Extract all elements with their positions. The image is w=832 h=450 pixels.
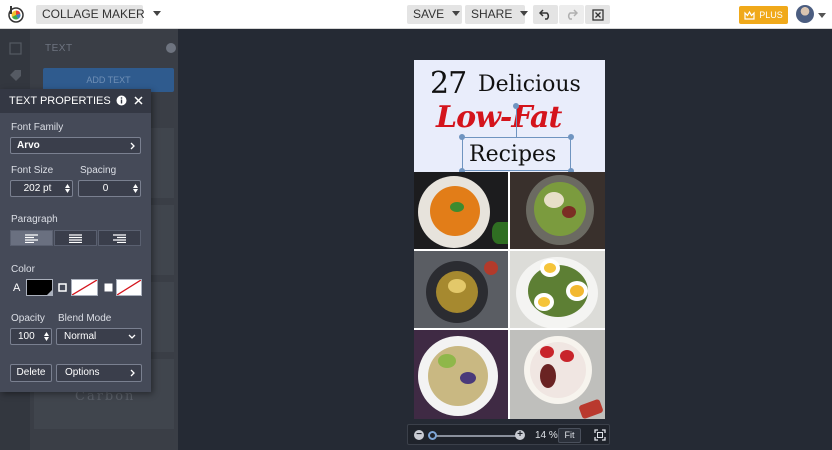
align-right-icon bbox=[113, 233, 126, 243]
fullscreen-icon[interactable] bbox=[594, 429, 606, 441]
plus-label: PLUS bbox=[759, 10, 783, 20]
photo-egg-toast[interactable] bbox=[510, 251, 605, 329]
photo-pasta-salad[interactable] bbox=[414, 330, 508, 419]
chevron-right-icon bbox=[130, 142, 135, 150]
stroke-square-icon bbox=[58, 283, 67, 292]
panel-header: TEXT PROPERTIES bbox=[0, 89, 151, 113]
background-color-swatch[interactable] bbox=[116, 279, 142, 296]
dropdown-corner-icon bbox=[47, 290, 52, 295]
text-color-swatch[interactable] bbox=[26, 279, 53, 296]
stepper-icon[interactable] bbox=[44, 332, 49, 341]
top-bar: COLLAGE MAKER SAVE SHARE PLUS bbox=[0, 0, 832, 29]
chevron-down-icon bbox=[128, 334, 136, 339]
stepper-icon[interactable] bbox=[65, 184, 70, 193]
collage-maker-label: COLLAGE MAKER bbox=[42, 7, 145, 21]
text-properties-panel: TEXT PROPERTIES Font Family Arvo Font Si… bbox=[0, 89, 151, 392]
rotate-stem bbox=[516, 109, 517, 137]
align-center-icon bbox=[69, 233, 82, 243]
blend-mode-select[interactable]: Normal bbox=[56, 328, 142, 345]
align-left-button[interactable] bbox=[10, 230, 53, 246]
collage-maker-menu[interactable]: COLLAGE MAKER bbox=[36, 5, 161, 24]
spacing-value: 0 bbox=[102, 183, 109, 194]
chevron-down-icon bbox=[152, 11, 161, 16]
options-label: Options bbox=[65, 367, 100, 378]
no-color-icon bbox=[117, 280, 141, 295]
title-accent[interactable]: Low-Fat bbox=[436, 100, 562, 135]
options-button[interactable]: Options bbox=[56, 364, 142, 382]
align-right-button[interactable] bbox=[98, 230, 141, 246]
opacity-input[interactable]: 100 bbox=[10, 328, 52, 345]
font-size-value: 202 pt bbox=[23, 183, 52, 194]
align-center-button[interactable] bbox=[54, 230, 97, 246]
avatar[interactable] bbox=[796, 5, 814, 23]
paragraph-label: Paragraph bbox=[11, 214, 58, 225]
info-icon[interactable] bbox=[166, 43, 176, 53]
logo-icon[interactable] bbox=[7, 5, 25, 23]
font-family-value: Arvo bbox=[17, 140, 40, 151]
sidebar-title: TEXT bbox=[45, 43, 73, 54]
font-family-label: Font Family bbox=[11, 122, 64, 133]
panel-title: TEXT PROPERTIES bbox=[9, 95, 111, 107]
undo-button[interactable] bbox=[533, 5, 558, 24]
stepper-icon[interactable] bbox=[133, 184, 138, 193]
no-color-icon bbox=[72, 280, 97, 295]
text-color-glyph: A bbox=[13, 282, 21, 294]
grid-divider bbox=[414, 249, 605, 251]
zoom-in-icon[interactable]: + bbox=[515, 430, 525, 440]
title-block: 27 Delicious Low-Fat Recipes bbox=[414, 60, 605, 174]
blend-mode-value: Normal bbox=[64, 331, 97, 342]
plus-upgrade-button[interactable]: PLUS bbox=[739, 6, 788, 24]
chevron-down-icon[interactable] bbox=[818, 13, 826, 18]
rotate-handle[interactable] bbox=[513, 103, 519, 109]
zoom-slider-track[interactable] bbox=[435, 435, 517, 437]
share-label: SHARE bbox=[471, 7, 513, 21]
save-button[interactable]: SAVE bbox=[407, 5, 462, 24]
zoom-slider-thumb[interactable] bbox=[428, 431, 437, 440]
share-button[interactable]: SHARE bbox=[465, 5, 529, 24]
font-family-select[interactable]: Arvo bbox=[10, 137, 141, 154]
layers-icon[interactable] bbox=[9, 42, 22, 55]
close-icon[interactable] bbox=[134, 96, 143, 105]
spacing-label: Spacing bbox=[80, 165, 117, 176]
chevron-right-icon bbox=[130, 369, 135, 377]
fill-square-icon bbox=[104, 283, 113, 292]
selection-box[interactable] bbox=[462, 137, 571, 171]
color-label: Color bbox=[11, 264, 35, 275]
spacing-input[interactable]: 0 bbox=[78, 180, 141, 197]
opacity-value: 100 bbox=[18, 331, 35, 342]
close-project-button[interactable] bbox=[585, 5, 610, 24]
chevron-down-icon bbox=[520, 11, 529, 16]
font-size-input[interactable]: 202 pt bbox=[10, 180, 73, 197]
photo-soup[interactable] bbox=[414, 172, 508, 250]
close-icon bbox=[591, 8, 604, 21]
resize-handle[interactable] bbox=[568, 134, 574, 140]
tag-icon[interactable] bbox=[9, 69, 22, 82]
delete-button[interactable]: Delete bbox=[10, 364, 52, 382]
grid-divider bbox=[414, 328, 605, 330]
crown-icon bbox=[744, 10, 755, 20]
chevron-down-icon bbox=[452, 11, 461, 16]
stroke-color-swatch[interactable] bbox=[71, 279, 98, 296]
save-label: SAVE bbox=[413, 7, 445, 21]
info-icon[interactable] bbox=[116, 95, 127, 106]
redo-button[interactable] bbox=[559, 5, 584, 24]
photo-berry-bowl[interactable] bbox=[510, 330, 605, 419]
resize-handle[interactable] bbox=[459, 134, 465, 140]
photo-grain-plate[interactable] bbox=[414, 251, 508, 329]
align-left-icon bbox=[25, 233, 38, 243]
design-canvas[interactable]: 27 Delicious Low-Fat Recipes bbox=[414, 60, 605, 419]
opacity-label: Opacity bbox=[11, 313, 45, 324]
title-number[interactable]: 27 bbox=[430, 66, 467, 101]
font-size-label: Font Size bbox=[11, 165, 54, 176]
grid-divider bbox=[508, 172, 510, 419]
title-word[interactable]: Delicious bbox=[478, 72, 581, 97]
zoom-bar: − + 14 % Fit bbox=[407, 424, 610, 445]
undo-icon bbox=[539, 9, 550, 20]
fit-button[interactable]: Fit bbox=[558, 428, 581, 443]
redo-icon bbox=[567, 9, 578, 20]
zoom-out-icon[interactable]: − bbox=[414, 430, 424, 440]
photo-salad-bowl[interactable] bbox=[510, 172, 605, 250]
blend-mode-label: Blend Mode bbox=[58, 313, 112, 324]
zoom-percent: 14 % bbox=[535, 430, 558, 441]
